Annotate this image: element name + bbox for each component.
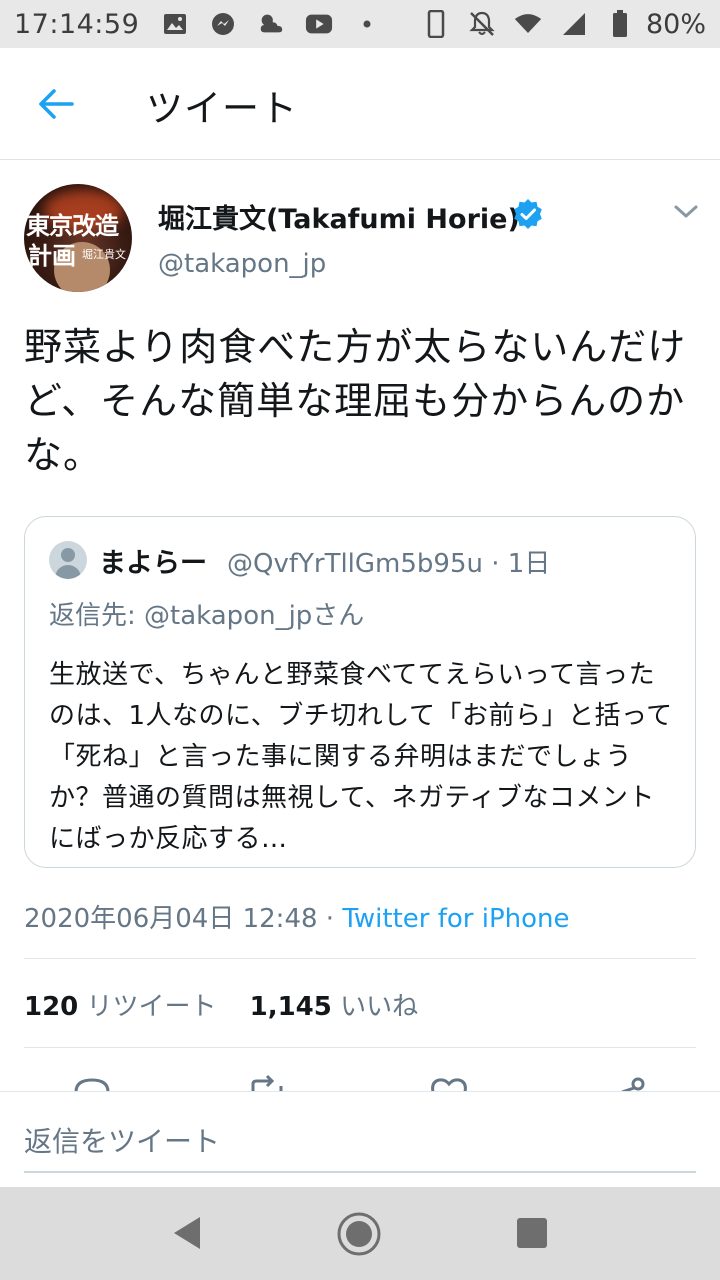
- author-name[interactable]: 堀江貴文(Takafumi Horie): [158, 197, 520, 236]
- author-handle[interactable]: @takapon_jp: [158, 249, 326, 279]
- retweets-label: リツイート: [86, 992, 217, 1022]
- share-icon[interactable]: [606, 1074, 650, 1092]
- image-icon: [161, 10, 189, 38]
- screen: 17:14:59 80% ツイート 東京改造 計画 堀江貴文 堀江貴文(Taka…: [0, 0, 720, 1280]
- divider: [24, 958, 696, 959]
- avatar-logo-small: 堀江貴文: [82, 248, 126, 261]
- reply-icon[interactable]: [70, 1074, 114, 1092]
- like-icon[interactable]: [427, 1074, 471, 1092]
- tweet-meta: 2020年06月04日 12:48 · Twitter for iPhone: [24, 898, 570, 935]
- quoted-avatar: [49, 541, 87, 579]
- signal-icon: [560, 10, 588, 38]
- youtube-icon: [305, 10, 333, 38]
- app-bar: ツイート: [0, 48, 720, 160]
- retweets-count: 120: [24, 992, 79, 1022]
- quoted-tweet-card[interactable]: まよらー @QvfYrTllGm5b95u · 1日 返信先: @takapon…: [24, 516, 696, 868]
- tweet-text: 野菜より肉食べた方が太らないんだけど、そんな簡単な理屈も分からんのかな。: [24, 325, 687, 477]
- status-time: 17:14:59: [14, 8, 140, 40]
- status-system-icons: 80%: [422, 9, 706, 40]
- tweet-actions: [0, 1074, 720, 1092]
- arrow-left-icon: [39, 89, 74, 119]
- status-bar: 17:14:59 80%: [0, 0, 720, 48]
- retweets-stat[interactable]: 120 リツイート: [24, 992, 217, 1022]
- battery-icon: [606, 10, 634, 38]
- weather-icon: [257, 10, 285, 38]
- page-title: ツイート: [146, 87, 298, 130]
- quoted-author-name: まよらー: [99, 548, 207, 579]
- nav-home-icon[interactable]: [336, 1211, 382, 1257]
- verified-badge-icon: [514, 199, 542, 229]
- tweet-stats: 120 リツイート 1,145 いいね: [24, 986, 418, 1023]
- vibrate-icon: [422, 10, 450, 38]
- author-avatar[interactable]: 東京改造 計画 堀江貴文: [24, 184, 132, 292]
- avatar-logo-text-2: 計画: [28, 242, 76, 270]
- retweet-icon[interactable]: [245, 1074, 289, 1092]
- reply-input-underline: [24, 1171, 696, 1173]
- wifi-icon: [514, 10, 542, 38]
- meta-separator: ·: [317, 904, 343, 934]
- messenger-icon: [209, 10, 237, 38]
- system-nav-bar: [0, 1187, 720, 1280]
- quoted-reply-to: 返信先: @takapon_jpさん: [49, 601, 365, 631]
- status-notification-icons: [161, 10, 381, 38]
- nav-recents-icon[interactable]: [516, 1217, 548, 1249]
- likes-stat[interactable]: 1,145 いいね: [250, 992, 419, 1022]
- quoted-author-handle-time: @QvfYrTllGm5b95u · 1日: [227, 549, 551, 579]
- tweet-timestamp: 2020年06月04日 12:48: [24, 904, 318, 934]
- chevron-down-icon[interactable]: [672, 202, 700, 222]
- likes-label: いいね: [340, 992, 419, 1022]
- do-not-disturb-icon: [468, 10, 496, 38]
- back-button[interactable]: [30, 78, 82, 130]
- nav-back-icon[interactable]: [168, 1213, 208, 1253]
- reply-input[interactable]: 返信をツイート: [24, 1120, 220, 1160]
- likes-count: 1,145: [249, 992, 332, 1022]
- dot-icon: [353, 10, 381, 38]
- reply-composer: 返信をツイート: [0, 1091, 720, 1187]
- quoted-tweet-text: 生放送で、ちゃんと野菜食べててえらいって言ったのは、1人なのに、ブチ切れして「お…: [49, 660, 673, 854]
- divider: [24, 1047, 696, 1048]
- tweet-source-link[interactable]: Twitter for iPhone: [342, 904, 569, 934]
- battery-level: 80%: [645, 8, 706, 40]
